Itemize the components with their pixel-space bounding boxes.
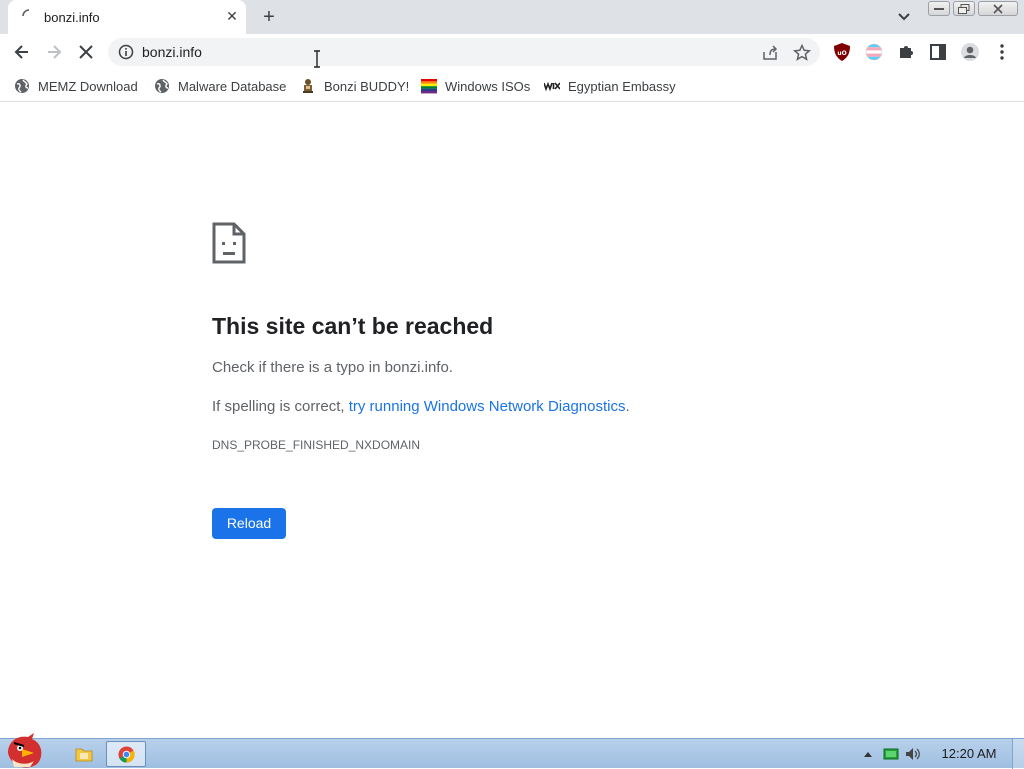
bookmarks-bar: MEMZ Download Malware Database Bonzi BUD…	[0, 70, 1024, 102]
bookmark-label: MEMZ Download	[38, 78, 138, 94]
show-desktop-button[interactable]	[1012, 739, 1024, 769]
volume-icon[interactable]	[905, 747, 921, 761]
globe-icon	[155, 79, 169, 93]
globe-icon	[15, 79, 29, 93]
bonzi-icon	[303, 79, 313, 93]
taskbar-chrome[interactable]	[106, 741, 146, 767]
bookmark-egyptian-embassy[interactable]: Egyptian Embassy	[544, 76, 676, 96]
site-info-icon[interactable]	[118, 44, 134, 60]
share-icon[interactable]	[761, 44, 779, 62]
tab-title: bonzi.info	[44, 10, 100, 25]
start-angry-bird-icon[interactable]	[0, 731, 50, 769]
diagnostics-suffix: .	[625, 398, 630, 415]
side-panel-icon[interactable]	[928, 42, 948, 62]
error-diagnostics-hint: If spelling is correct, try running Wind…	[212, 398, 630, 415]
menu-kebab-icon[interactable]	[992, 42, 1012, 62]
sad-page-icon	[212, 222, 246, 264]
taskbar-clock[interactable]: 12:20 AM	[934, 746, 1004, 761]
error-title: This site can’t be reached	[212, 313, 494, 339]
new-tab-button[interactable]: +	[258, 6, 280, 28]
loading-favicon-icon	[22, 9, 30, 17]
reload-button[interactable]: Reload	[212, 508, 286, 539]
tab-active[interactable]: bonzi.info ✕	[8, 0, 246, 34]
taskbar-explorer[interactable]	[64, 741, 104, 767]
forward-arrow-icon[interactable]	[44, 42, 64, 62]
back-arrow-icon[interactable]	[12, 42, 32, 62]
bookmark-windows-isos[interactable]: Windows ISOs	[421, 76, 530, 96]
chrome-icon	[118, 746, 135, 763]
bookmark-label: Egyptian Embassy	[568, 78, 676, 94]
browser-toolbar: bonzi.info uO	[0, 34, 1024, 70]
url-text[interactable]: bonzi.info	[142, 44, 202, 60]
error-code: DNS_PROBE_FINISHED_NXDOMAIN	[212, 438, 421, 452]
bookmark-label: Bonzi BUDDY!	[324, 78, 410, 94]
bookmark-star-icon[interactable]	[793, 44, 811, 62]
bookmark-memz-download[interactable]: MEMZ Download	[14, 76, 138, 96]
windows-taskbar: 12:20 AM	[0, 733, 1024, 769]
bookmark-malware-database[interactable]: Malware Database	[154, 76, 286, 96]
extensions-puzzle-icon[interactable]	[896, 42, 916, 62]
folder-icon	[75, 748, 93, 762]
trans-flag-extension-icon[interactable]	[864, 42, 884, 62]
tab-close-icon[interactable]: ✕	[224, 8, 240, 24]
restore-button[interactable]	[953, 1, 975, 16]
error-typo-hint: Check if there is a typo in bonzi.info.	[212, 359, 453, 376]
rainbow-flag-icon	[421, 79, 437, 94]
diagnostics-prefix: If spelling is correct,	[212, 398, 349, 415]
profile-avatar-icon[interactable]	[960, 42, 980, 62]
page-content: This site can’t be reached Check if ther…	[0, 103, 1024, 738]
address-bar[interactable]: bonzi.info	[108, 38, 820, 66]
svg-text:uO: uO	[837, 50, 846, 57]
bookmark-label: Malware Database	[178, 78, 287, 94]
close-window-button[interactable]	[978, 1, 1018, 16]
bookmark-label: Windows ISOs	[445, 78, 531, 94]
minimize-button[interactable]	[928, 1, 950, 16]
bookmark-bonzi-buddy[interactable]: Bonzi BUDDY!	[300, 76, 409, 96]
tab-search-chevron-icon[interactable]	[894, 8, 914, 26]
stop-loading-icon[interactable]	[76, 42, 96, 62]
network-diagnostics-link[interactable]: try running Windows Network Diagnostics	[349, 398, 626, 415]
text-cursor-icon	[314, 50, 320, 68]
tray-expand-arrow-icon[interactable]	[860, 747, 876, 761]
ublock-origin-icon[interactable]: uO	[832, 42, 852, 62]
network-icon[interactable]	[883, 747, 899, 761]
tab-strip: bonzi.info ✕ +	[0, 0, 1024, 34]
wix-icon	[544, 81, 560, 92]
